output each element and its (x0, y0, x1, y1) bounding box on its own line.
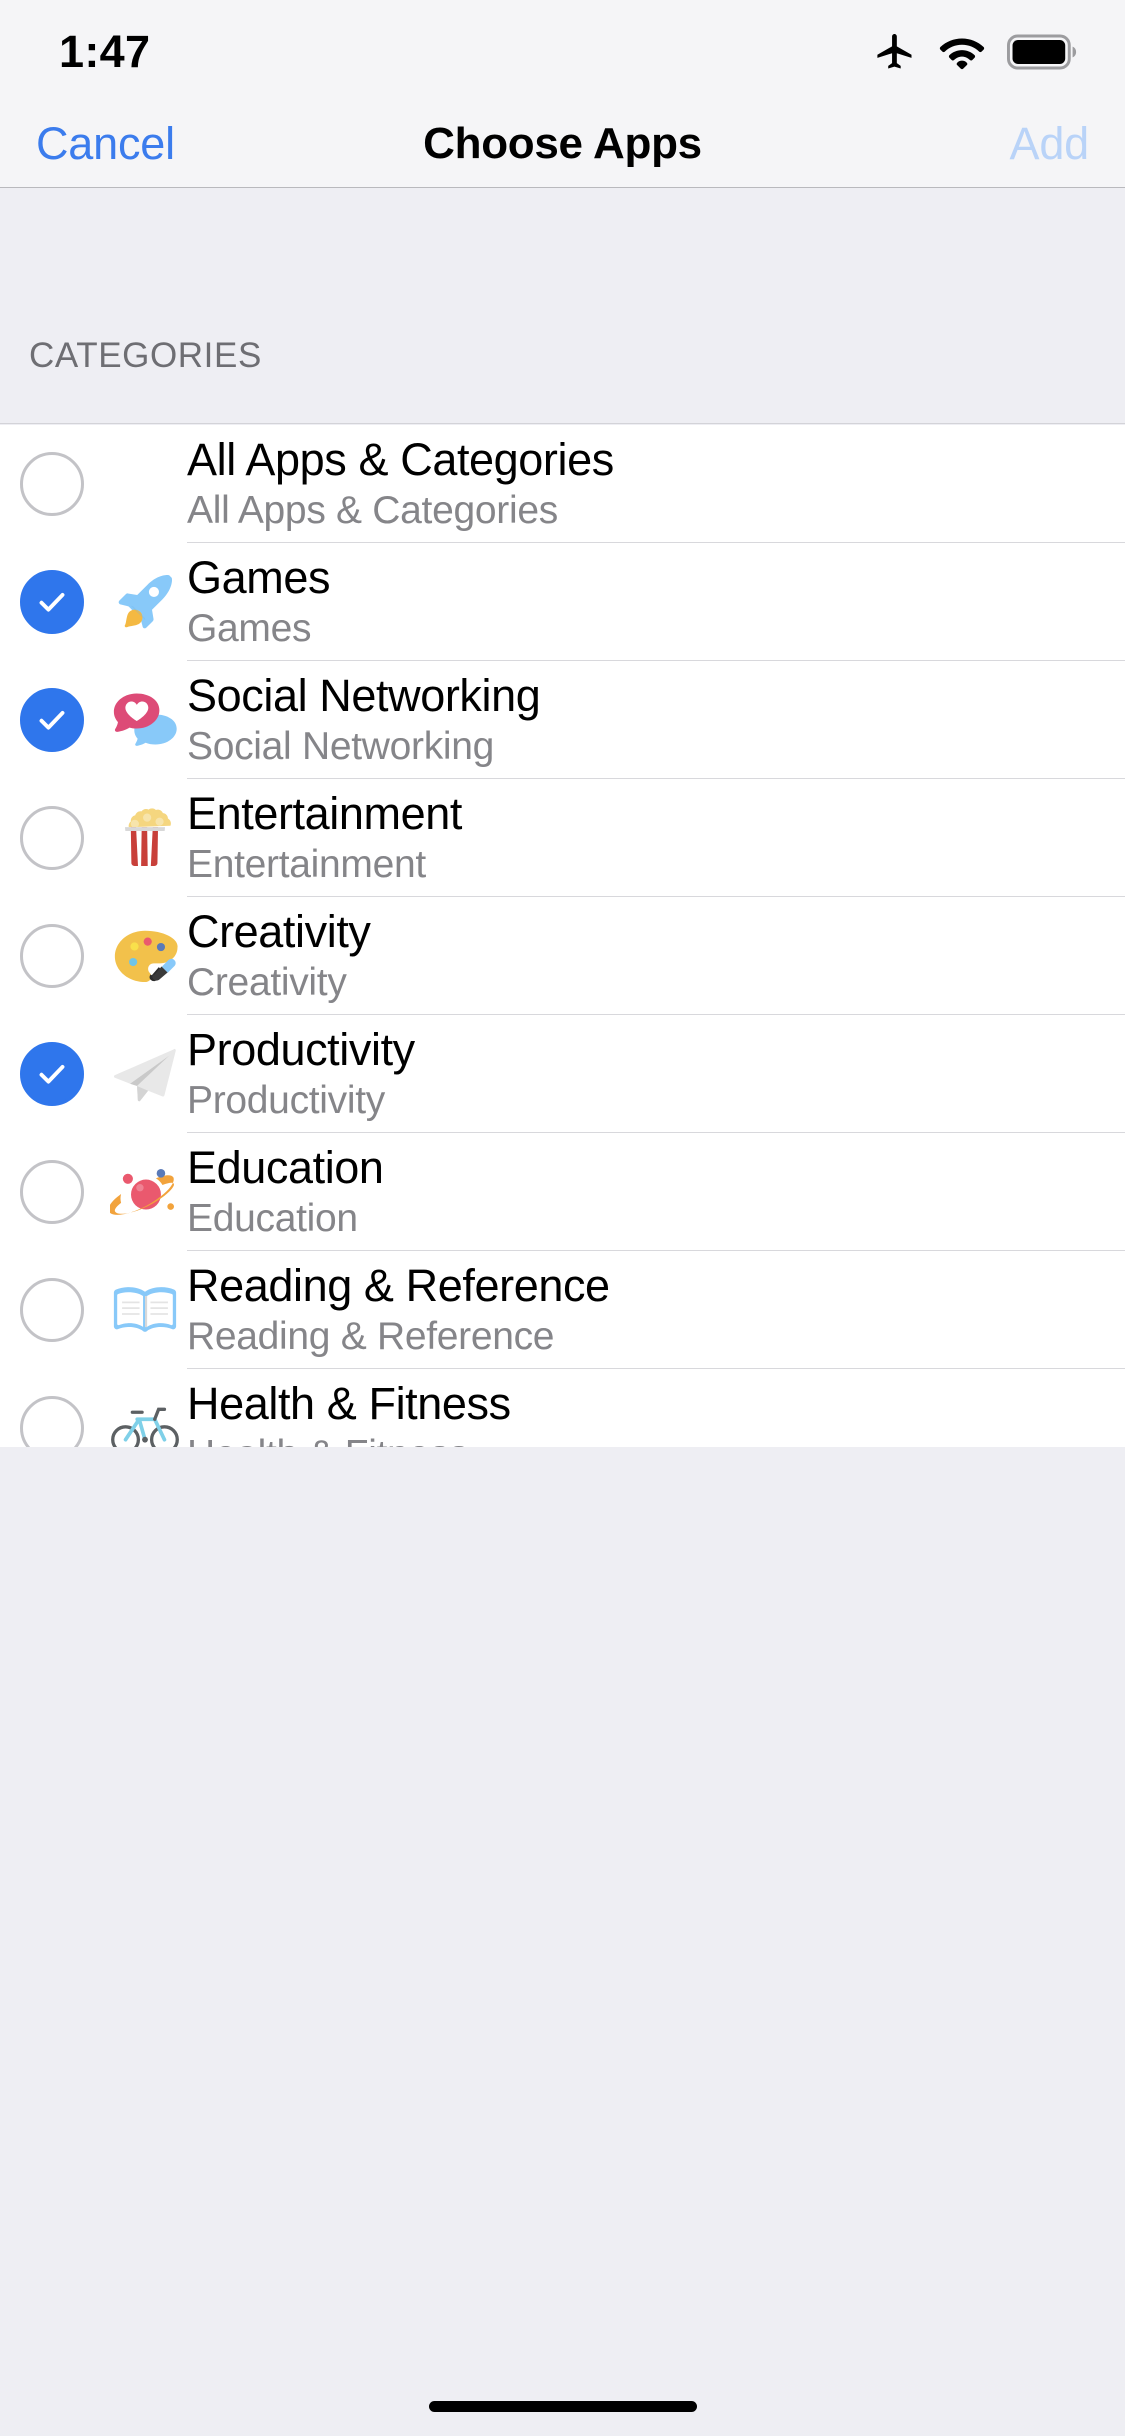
status-bar-clock: 1:47 (59, 26, 150, 78)
table-row[interactable]: Education Education (0, 1133, 1125, 1251)
table-row[interactable]: Social Networking Social Networking (0, 661, 1125, 779)
table-row[interactable]: Productivity Productivity (0, 1015, 1125, 1133)
status-bar-icons (873, 30, 1077, 79)
phone-screen: 1:47 Cancel Choose (0, 0, 1125, 2436)
navigation-bar: Cancel Choose Apps Add (0, 100, 1125, 188)
row-subtitle: Education (187, 1199, 1125, 1240)
table-row[interactable]: Reading & Reference Reading & Reference (0, 1251, 1125, 1369)
checkbox-cell[interactable] (0, 924, 103, 988)
row-text: Education Education (187, 1133, 1125, 1251)
row-subtitle: All Apps & Categories (187, 491, 1125, 532)
row-title: Entertainment (187, 790, 1125, 837)
row-title: Health & Fitness (187, 1380, 1125, 1427)
bottom-filler (0, 1447, 1125, 2436)
speech-balloon-heart-icon (103, 685, 187, 755)
row-text: All Apps & Categories All Apps & Categori… (187, 425, 1125, 543)
checkbox-cell[interactable] (0, 1278, 103, 1342)
table-row[interactable]: All Apps & Categories All Apps & Categori… (0, 425, 1125, 543)
row-title: Education (187, 1144, 1125, 1191)
checkbox-checked-icon[interactable] (20, 570, 84, 634)
row-title: Reading & Reference (187, 1262, 1125, 1309)
row-text: Productivity Productivity (187, 1015, 1125, 1133)
row-title: Games (187, 554, 1125, 601)
row-title: Creativity (187, 908, 1125, 955)
row-title: All Apps & Categories (187, 436, 1125, 483)
checkbox-unchecked-icon[interactable] (20, 806, 84, 870)
row-text: Games Games (187, 543, 1125, 661)
row-text: Entertainment Entertainment (187, 779, 1125, 897)
section-header-label: CATEGORIES (29, 336, 262, 376)
row-text: Reading & Reference Reading & Reference (187, 1251, 1125, 1369)
checkbox-unchecked-icon[interactable] (20, 452, 84, 516)
row-subtitle: Reading & Reference (187, 1317, 1125, 1358)
ringed-planet-icon (103, 1157, 187, 1227)
categories-section-header: CATEGORIES (0, 189, 1125, 424)
table-row[interactable]: Entertainment Entertainment (0, 779, 1125, 897)
checkbox-unchecked-icon[interactable] (20, 1160, 84, 1224)
row-subtitle: Games (187, 609, 1125, 650)
home-indicator[interactable] (429, 2401, 697, 2412)
row-title: Productivity (187, 1026, 1125, 1073)
checkbox-cell[interactable] (0, 806, 103, 870)
row-subtitle: Creativity (187, 963, 1125, 1004)
row-subtitle: Productivity (187, 1081, 1125, 1122)
battery-icon (1007, 34, 1077, 75)
row-subtitle: Entertainment (187, 845, 1125, 886)
checkbox-unchecked-icon[interactable] (20, 1278, 84, 1342)
row-title: Social Networking (187, 672, 1125, 719)
categories-list: All Apps & Categories All Apps & Categori… (0, 425, 1125, 1605)
open-book-icon (103, 1275, 187, 1345)
table-row[interactable]: Games Games (0, 543, 1125, 661)
airplane-mode-icon (873, 30, 917, 79)
row-text: Creativity Creativity (187, 897, 1125, 1015)
page-title: Choose Apps (0, 119, 1125, 169)
wifi-icon (938, 34, 986, 75)
checkbox-cell[interactable] (0, 1042, 103, 1106)
table-row[interactable]: Creativity Creativity (0, 897, 1125, 1015)
row-text: Social Networking Social Networking (187, 661, 1125, 779)
paper-plane-icon (103, 1039, 187, 1109)
checkbox-cell[interactable] (0, 1160, 103, 1224)
add-button[interactable]: Add (1010, 118, 1089, 170)
checkbox-checked-icon[interactable] (20, 688, 84, 752)
checkbox-cell[interactable] (0, 688, 103, 752)
rocket-icon (103, 567, 187, 637)
checkbox-cell[interactable] (0, 570, 103, 634)
status-bar: 1:47 (0, 0, 1125, 100)
popcorn-icon (103, 803, 187, 873)
checkbox-cell[interactable] (0, 452, 103, 516)
checkbox-checked-icon[interactable] (20, 1042, 84, 1106)
checkbox-unchecked-icon[interactable] (20, 924, 84, 988)
artist-palette-icon (103, 921, 187, 991)
row-subtitle: Social Networking (187, 727, 1125, 768)
